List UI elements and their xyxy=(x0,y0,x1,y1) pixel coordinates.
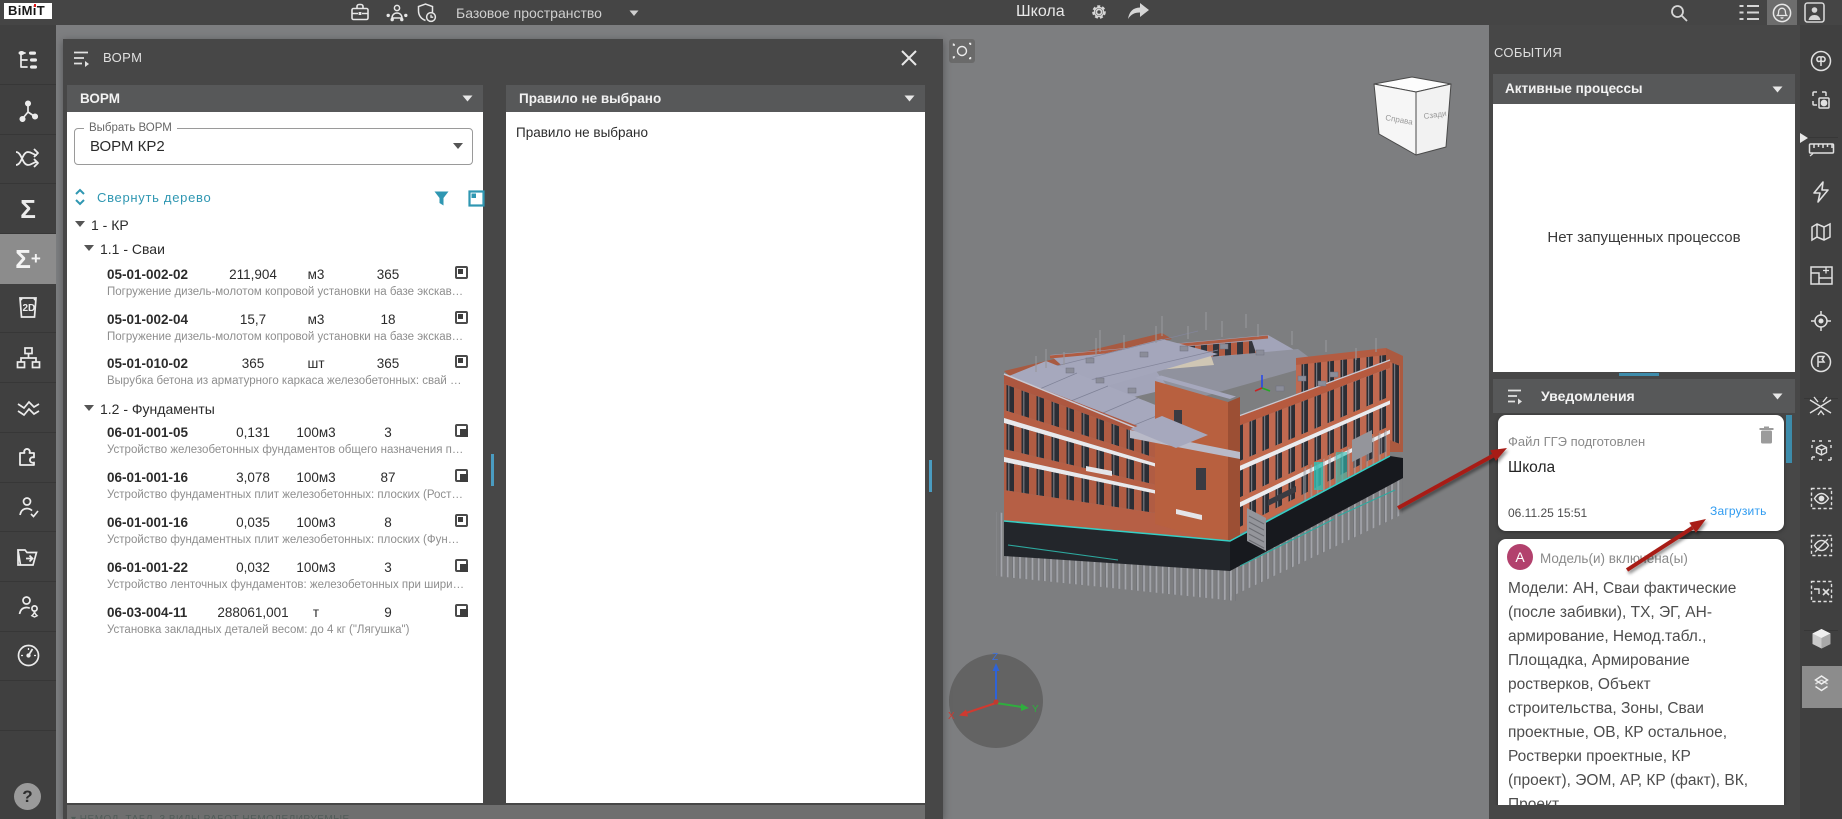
svg-text:Y: Y xyxy=(1032,704,1039,715)
svg-text:X: X xyxy=(948,711,955,722)
svg-text:2D: 2D xyxy=(23,303,36,314)
svg-text:Z: Z xyxy=(992,652,998,663)
